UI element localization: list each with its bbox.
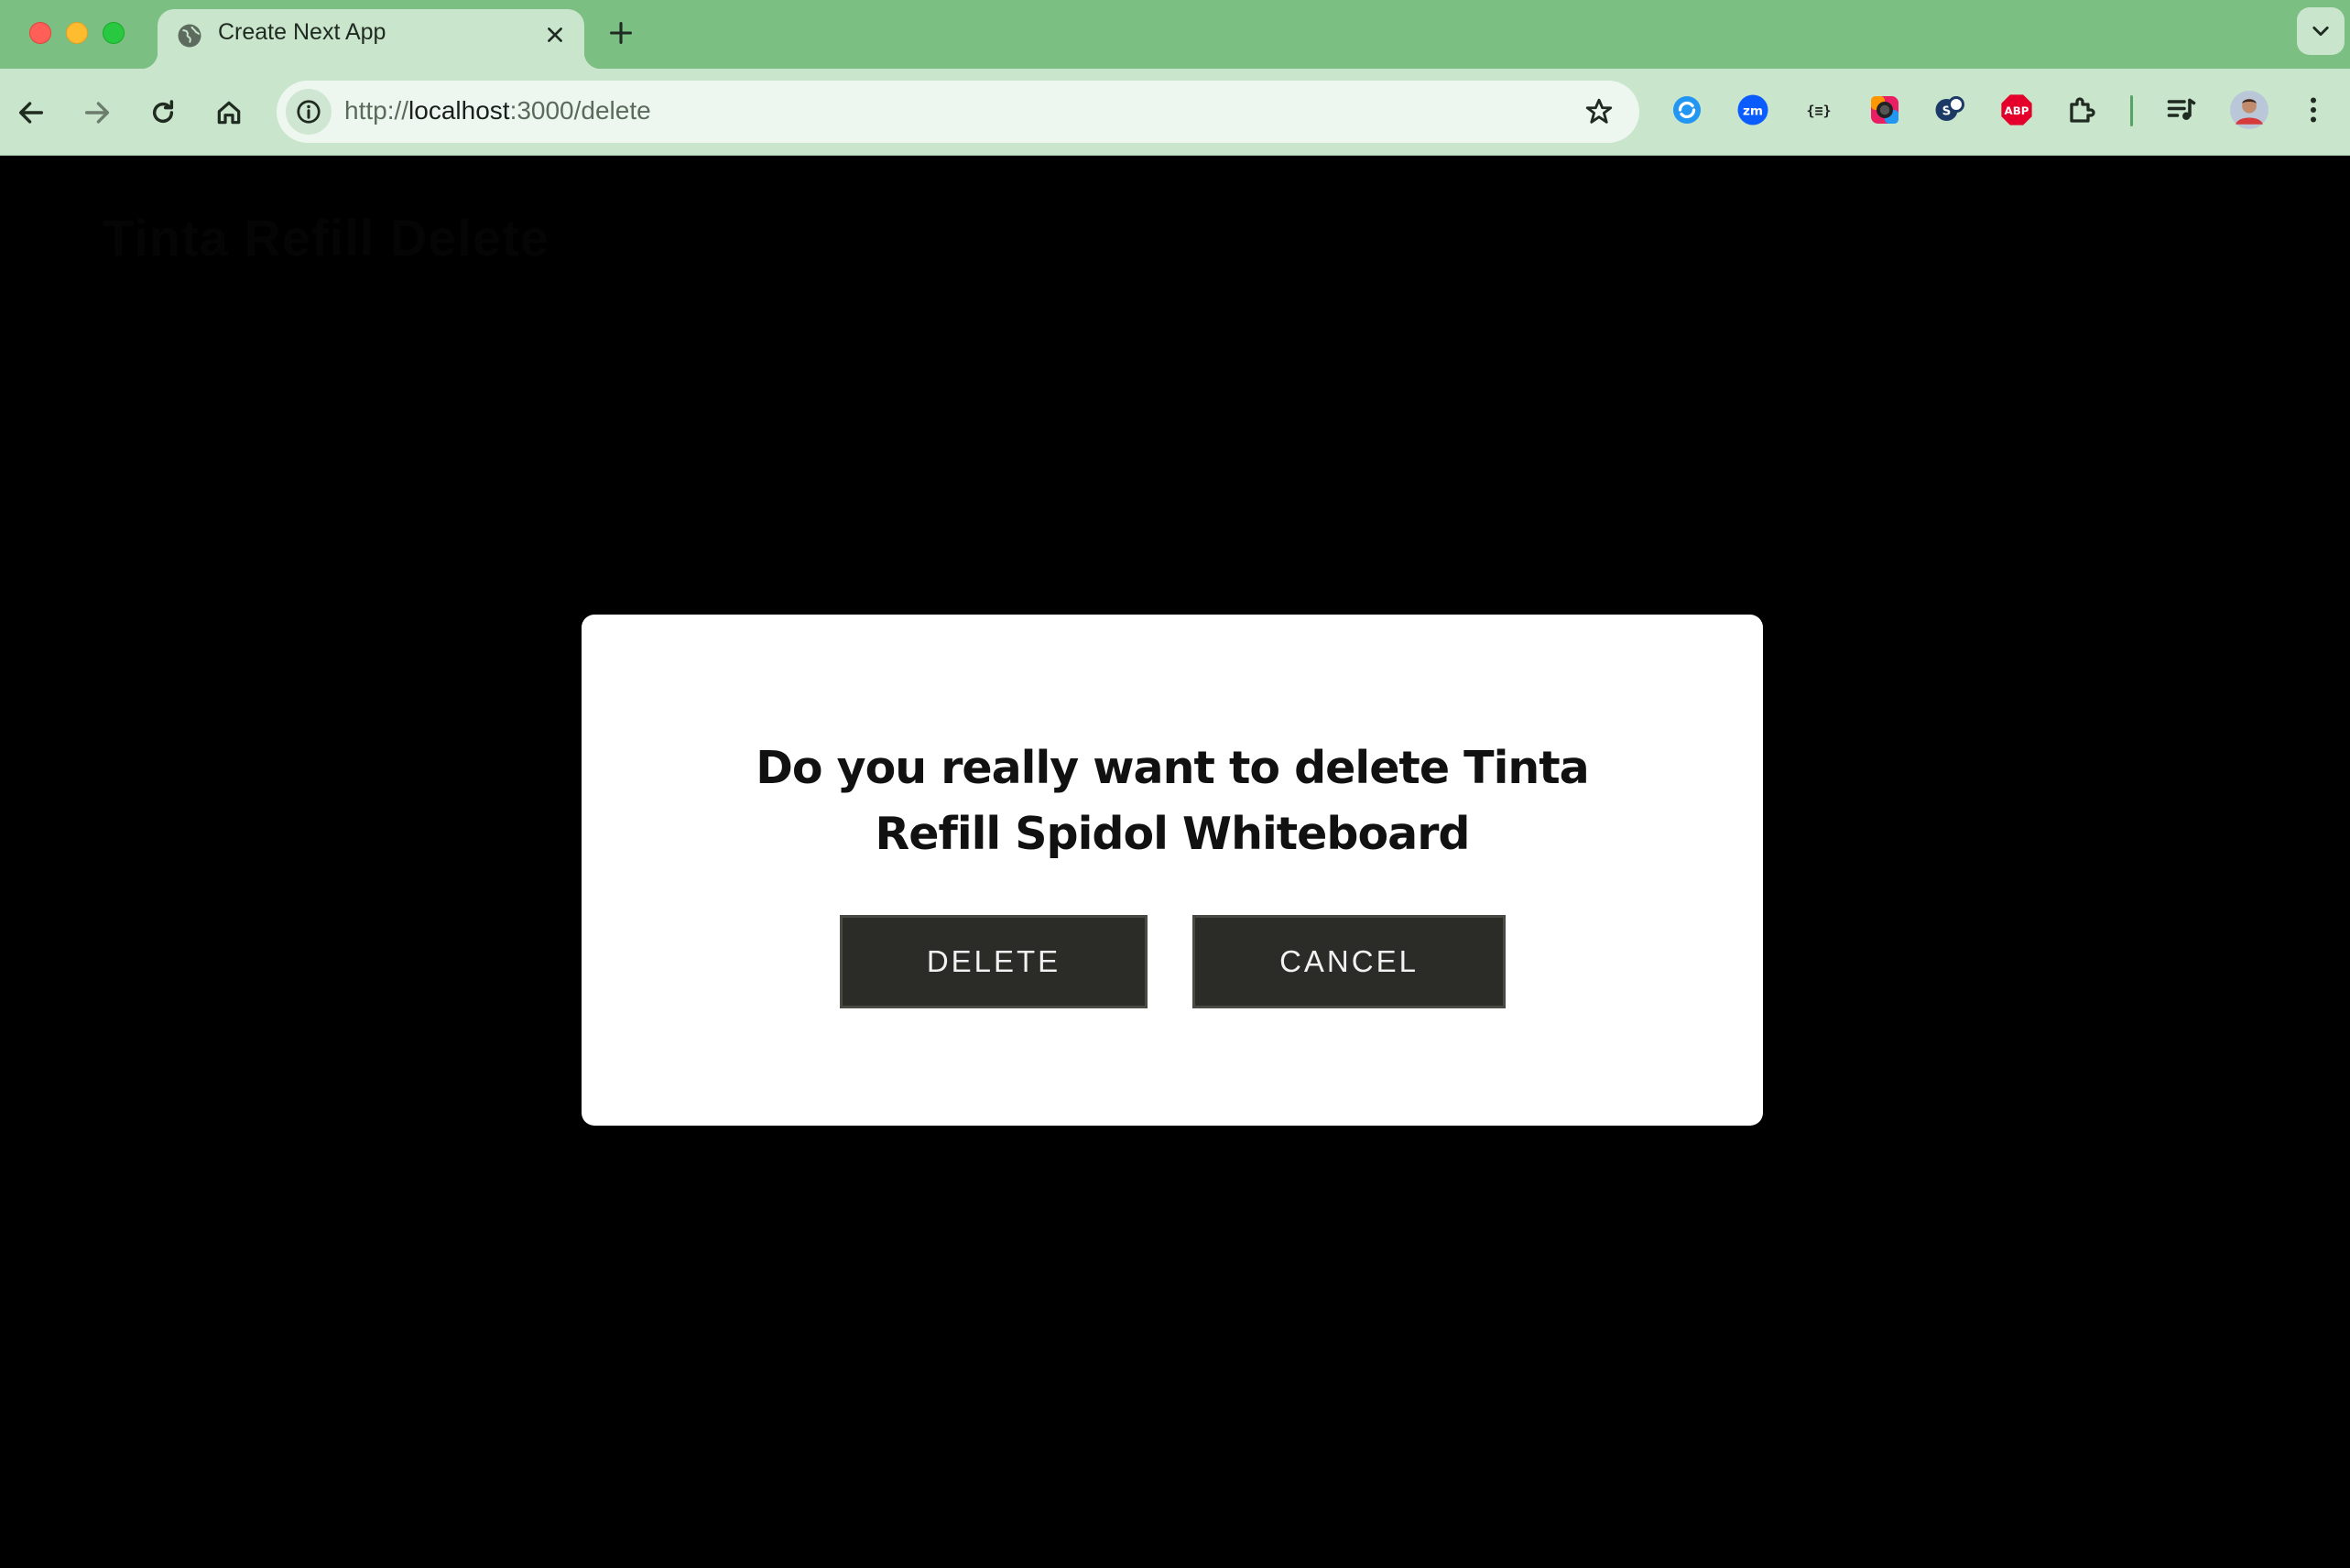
- cancel-button[interactable]: CANCEL: [1192, 915, 1506, 1008]
- svg-text:zm: zm: [1743, 103, 1763, 118]
- tab-close-icon[interactable]: [539, 18, 571, 51]
- toolbar-divider: [2130, 95, 2133, 126]
- svg-text:{≡}: {≡}: [1806, 103, 1831, 119]
- adblock-plus-extension-icon[interactable]: ABP: [1998, 92, 2035, 128]
- page-heading-dimmed: Tinta Refill Delete: [103, 209, 549, 267]
- window-maximize-button[interactable]: [103, 22, 125, 44]
- globe-icon: [176, 22, 203, 49]
- browser-menu-icon[interactable]: [2295, 92, 2332, 128]
- address-bar[interactable]: http://localhost:3000/delete: [277, 81, 1639, 143]
- reload-button[interactable]: [139, 89, 187, 136]
- json-formatter-extension-icon[interactable]: {≡}: [1801, 92, 1837, 128]
- color-picker-extension-icon[interactable]: [1866, 92, 1903, 128]
- sync-extension-icon[interactable]: [1669, 92, 1705, 128]
- home-button[interactable]: [205, 89, 253, 136]
- tab-title: Create Next App: [218, 19, 386, 45]
- back-button[interactable]: [7, 89, 55, 136]
- url-path: :3000/delete: [509, 96, 651, 125]
- seo-extension-icon[interactable]: S: [1932, 92, 1969, 128]
- url-scheme: http://: [344, 96, 409, 125]
- dialog-message: Do you really want to delete Tinta Refil…: [756, 742, 1590, 860]
- info-icon: [297, 100, 321, 124]
- arrow-right-icon: [84, 102, 110, 124]
- zoom-extension-icon[interactable]: zm: [1735, 92, 1771, 128]
- url-host: localhost: [408, 96, 510, 125]
- profile-avatar[interactable]: [2229, 90, 2269, 130]
- forward-button[interactable]: [73, 89, 121, 136]
- delete-confirm-dialog: Do you really want to delete Tinta Refil…: [582, 615, 1763, 1126]
- window-minimize-button[interactable]: [66, 22, 88, 44]
- arrow-left-icon: [18, 102, 44, 124]
- url-text[interactable]: http://localhost:3000/delete: [344, 96, 651, 125]
- new-tab-button[interactable]: [603, 15, 639, 51]
- window-close-button[interactable]: [29, 22, 51, 44]
- page-overlay: Tinta Refill Delete Do you really want t…: [0, 157, 2350, 1568]
- tab-search-button[interactable]: [2297, 7, 2345, 55]
- media-controls-icon[interactable]: [2163, 92, 2200, 128]
- extensions-puzzle-icon[interactable]: [2064, 92, 2101, 128]
- site-info-button[interactable]: [286, 89, 332, 135]
- home-icon: [217, 101, 241, 125]
- bookmark-star-icon[interactable]: [1579, 92, 1619, 132]
- delete-button[interactable]: DELETE: [840, 915, 1148, 1008]
- svg-text:ABP: ABP: [2005, 104, 2029, 117]
- browser-tab-active[interactable]: Create Next App: [141, 9, 601, 69]
- reload-icon: [152, 100, 174, 124]
- chevron-down-icon: [2312, 26, 2329, 37]
- browser-titlebar: Create Next App: [0, 0, 2350, 69]
